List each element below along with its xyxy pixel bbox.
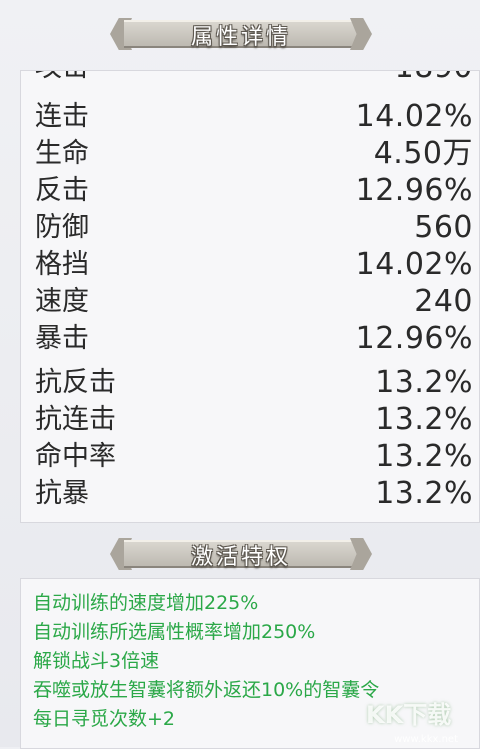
stat-row-attack: 攻击 1890	[35, 71, 473, 87]
attributes-header-banner: 属性详情	[110, 14, 372, 54]
stat-label: 抗连击	[35, 404, 116, 435]
stat-value: 13.2%	[375, 476, 473, 511]
stat-label: 生命	[35, 138, 89, 169]
privilege-item: 自动训练的速度增加225%	[33, 592, 259, 614]
page-title: 属性详情	[190, 25, 291, 50]
stat-label: 反击	[35, 175, 89, 206]
stat-label: 抗暴	[35, 478, 89, 509]
stats-panel[interactable]: 攻击 1890 连击 14.02% 生命 4.50万 反击 12.96% 防御 …	[20, 70, 480, 523]
stat-row-hp: 生命 4.50万	[35, 135, 473, 173]
stat-row-hit-rate: 命中率 13.2%	[35, 438, 473, 476]
stat-row-block: 格挡 14.02%	[35, 246, 473, 284]
stat-label: 连击	[35, 101, 89, 132]
stat-label: 速度	[35, 286, 89, 317]
privilege-item: 解锁战斗3倍速	[33, 650, 160, 672]
stat-row-anti-crit: 抗暴 13.2%	[35, 475, 473, 513]
stat-value: 1890	[395, 71, 473, 87]
stat-label: 命中率	[35, 441, 116, 472]
stat-label: 防御	[35, 212, 89, 243]
stat-value: 14.02%	[355, 99, 473, 134]
stat-row-anti-combo: 抗连击 13.2%	[35, 401, 473, 439]
stat-value: 560	[414, 210, 473, 245]
privilege-item: 吞噬或放生智囊将额外返还10%的智囊令	[33, 679, 380, 701]
stat-value: 13.2%	[375, 402, 473, 437]
section-title: 激活特权	[190, 545, 291, 570]
stat-label: 暴击	[35, 323, 89, 354]
watermark-url: www.kkx.net	[394, 734, 458, 745]
stat-value: 13.2%	[375, 439, 473, 474]
stat-row-combo: 连击 14.02%	[35, 98, 473, 136]
stat-row-anti-counter: 抗反击 13.2%	[35, 364, 473, 402]
stat-row-defense: 防御 560	[35, 209, 473, 247]
stat-value: 14.02%	[355, 247, 473, 282]
stat-row-counter: 反击 12.96%	[35, 172, 473, 210]
stat-value: 12.96%	[355, 321, 473, 356]
stat-row-crit: 暴击 12.96%	[35, 320, 473, 358]
stat-value: 240	[414, 284, 473, 319]
stat-value: 13.2%	[375, 365, 473, 400]
privileges-header-banner: 激活特权	[110, 534, 372, 574]
stat-row-speed: 速度 240	[35, 283, 473, 321]
stat-label: 抗反击	[35, 367, 116, 398]
stat-label: 攻击	[35, 71, 89, 87]
stat-value: 4.50万	[373, 136, 473, 171]
privilege-item: 自动训练所选属性概率增加250%	[33, 621, 316, 643]
stat-value: 12.96%	[355, 173, 473, 208]
privilege-item: 每日寻觅次数+2	[33, 708, 176, 730]
stat-label: 格挡	[35, 249, 89, 280]
watermark-logo: KK下载	[366, 701, 452, 729]
